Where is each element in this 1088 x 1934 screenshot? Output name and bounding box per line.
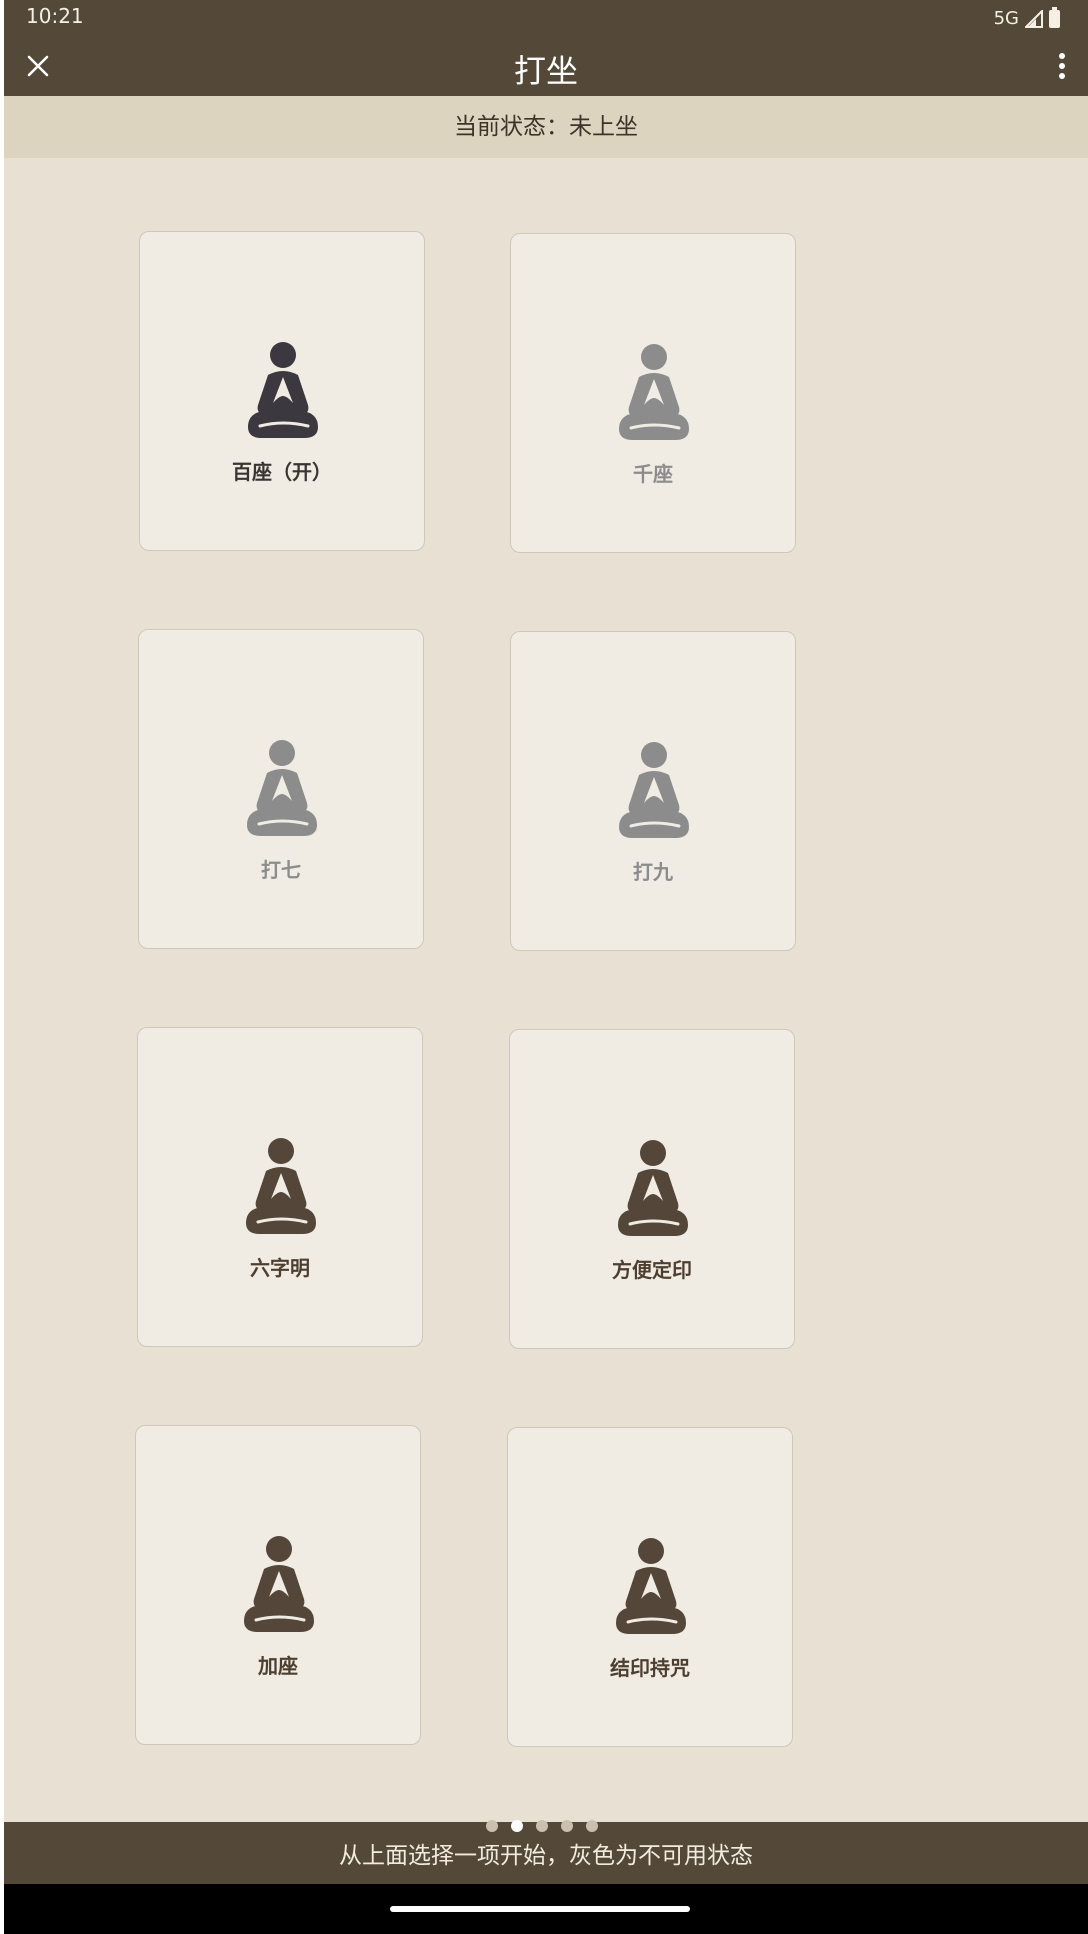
system-navigation-bar: [4, 1884, 1088, 1934]
bottom-hint-text: 从上面选择一项开始，灰色为不可用状态: [339, 1843, 753, 1869]
meditation-icon: [247, 740, 317, 836]
app-screen: 10:21 5G 打坐 当前状态：未上坐 百座（开） 千座 打七 打九 六字明 …: [4, 0, 1088, 1934]
battery-icon: [1049, 6, 1060, 28]
more-vert-icon-dot: [1059, 73, 1065, 79]
option-card-fangbian-dingyin[interactable]: 方便定印: [509, 1029, 795, 1349]
option-card-liuziming[interactable]: 六字明: [137, 1027, 423, 1347]
option-label: 打七: [261, 858, 301, 882]
app-toolbar: 打坐: [4, 36, 1088, 96]
status-time: 10:21: [26, 4, 84, 28]
more-vert-icon-dot: [1059, 63, 1065, 69]
option-label: 千座: [633, 462, 673, 486]
meditation-icon: [616, 1538, 686, 1634]
option-label: 结印持咒: [610, 1656, 690, 1680]
option-label: 百座（开）: [232, 460, 332, 484]
page-dot[interactable]: [586, 1820, 598, 1832]
home-indicator[interactable]: [390, 1906, 690, 1912]
status-icons: 5G: [993, 6, 1060, 29]
meditation-icon: [248, 342, 318, 438]
option-label: 六字明: [250, 1256, 310, 1280]
option-card-daqi[interactable]: 打七: [138, 629, 424, 949]
meditation-icon: [244, 1536, 314, 1632]
page-dot[interactable]: [511, 1820, 523, 1832]
more-vert-icon-dot: [1059, 53, 1065, 59]
option-card-jiazuo[interactable]: 加座: [135, 1425, 421, 1745]
meditation-icon: [619, 344, 689, 440]
current-status-banner: 当前状态：未上坐: [4, 96, 1088, 158]
option-card-qianzuo[interactable]: 千座: [510, 233, 796, 553]
option-label: 打九: [633, 860, 673, 884]
meditation-icon: [619, 742, 689, 838]
network-label: 5G: [993, 8, 1019, 29]
option-card-dajiu[interactable]: 打九: [510, 631, 796, 951]
option-label: 方便定印: [612, 1258, 692, 1282]
page-dot[interactable]: [486, 1820, 498, 1832]
option-card-baizuo[interactable]: 百座（开）: [139, 231, 425, 551]
page-dot[interactable]: [536, 1820, 548, 1832]
page-indicator: [486, 1820, 598, 1832]
meditation-icon: [618, 1140, 688, 1236]
status-bar: 10:21 5G: [4, 0, 1088, 36]
page-title: 打坐: [513, 52, 578, 90]
option-label: 加座: [258, 1654, 298, 1678]
meditation-icon: [246, 1138, 316, 1234]
signal-icon: [1025, 9, 1043, 28]
option-card-jieyin-chizhou[interactable]: 结印持咒: [507, 1427, 793, 1747]
more-options-button[interactable]: [1042, 44, 1082, 88]
page-dot[interactable]: [561, 1820, 573, 1832]
